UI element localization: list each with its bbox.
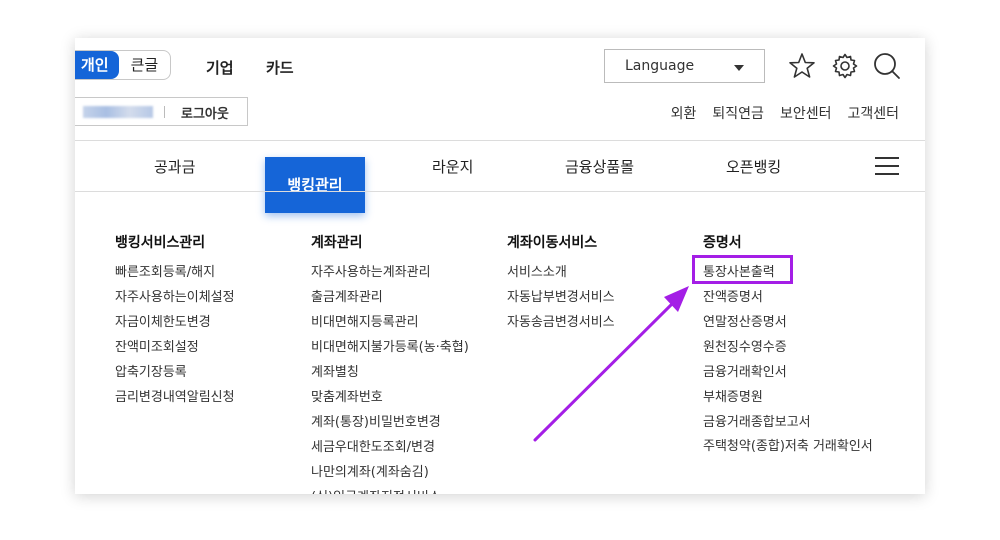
menu-item[interactable]: 압축기장등록 [115,360,235,385]
nav-banking-management[interactable]: 뱅킹관리 [265,157,365,213]
menu-item[interactable]: 자주사용하는계좌관리 [311,260,469,285]
foreign-exchange-link[interactable]: 외환 [671,103,697,123]
nav-utility-bills[interactable]: 공과금 [154,156,195,177]
menu-item[interactable]: (신)입금계좌지정서비스 [311,485,469,494]
search-icon[interactable] [873,52,901,80]
nav-divider [75,191,925,192]
menu-item[interactable]: 자금이체한도변경 [115,310,235,335]
view-mode-toggle[interactable]: 개인 큰글 [75,50,172,80]
corporate-link[interactable]: 기업 [206,57,234,78]
language-select[interactable]: Language [604,49,765,83]
menu-column-banking-service: 뱅킹서비스관리 빠른조회등록/해지 자주사용하는이체설정 자금이체한도변경 잔액… [115,232,235,410]
menu-item[interactable]: 자동송금변경서비스 [507,310,615,335]
menu-item[interactable]: 맞춤계좌번호 [311,385,469,410]
menu-item[interactable]: 계좌(통장)비밀번호변경 [311,410,469,435]
nav-financial-products[interactable]: 금융상품몰 [565,156,634,177]
column-title: 계좌이동서비스 [507,235,598,251]
column-title: 계좌관리 [311,235,363,251]
menu-column-account-management: 계좌관리 자주사용하는계좌관리 출금계좌관리 비대면해지등록관리 비대면해지불가… [311,232,469,494]
menu-item[interactable]: 자동납부변경서비스 [507,285,615,310]
banking-window: 개인 큰글 기업 카드 Language 로그아웃 외환 퇴직연금 보안센터 고… [75,38,925,494]
menu-item[interactable]: 금리변경내역알림신청 [115,385,235,410]
highlight-box [692,255,793,284]
hamburger-menu-icon[interactable] [875,157,899,181]
security-center-link[interactable]: 보안센터 [780,103,832,123]
menu-item[interactable]: 세금우대한도조회/변경 [311,435,469,460]
menu-item[interactable]: 비대면해지등록관리 [311,310,469,335]
menu-item[interactable]: 잔액증명서 [703,285,881,310]
large-font-tab[interactable]: 큰글 [119,51,171,79]
menu-item[interactable]: 빠른조회등록/해지 [115,260,235,285]
logout-button[interactable]: 로그아웃 [181,103,229,122]
column-title: 뱅킹서비스관리 [115,235,206,251]
utility-links: 외환 퇴직연금 보안센터 고객센터 [671,103,899,123]
menu-item[interactable]: 나만의계좌(계좌숨김) [311,460,469,485]
star-icon[interactable] [788,52,816,80]
menu-item[interactable]: 주택청약(종합)저축 거래확인서 [703,435,881,456]
language-label: Language [625,58,695,74]
masked-username [83,106,153,118]
divider [164,106,165,118]
customer-center-link[interactable]: 고객센터 [847,103,899,123]
menu-item[interactable]: 원천징수영수증 [703,335,881,360]
menu-item[interactable]: 부채증명원 [703,385,881,410]
personal-tab[interactable]: 개인 [75,51,119,79]
card-link[interactable]: 카드 [266,57,294,78]
user-session-box: 로그아웃 [75,97,248,126]
header-divider [75,140,925,141]
menu-item[interactable]: 잔액미조회설정 [115,335,235,360]
column-title: 증명서 [703,235,742,251]
menu-item[interactable]: 서비스소개 [507,260,615,285]
caret-down-icon [734,65,744,71]
gear-icon[interactable] [831,52,859,80]
menu-item[interactable]: 계좌별칭 [311,360,469,385]
menu-item[interactable]: 금융거래종합보고서 [703,410,881,435]
menu-item[interactable]: 출금계좌관리 [311,285,469,310]
nav-lounge[interactable]: 라운지 [432,156,473,177]
menu-item[interactable]: 자주사용하는이체설정 [115,285,235,310]
menu-item[interactable]: 비대면해지불가등록(농·축협) [311,335,469,360]
nav-open-banking[interactable]: 오픈뱅킹 [726,156,781,177]
menu-item[interactable]: 금융거래확인서 [703,360,881,385]
retirement-pension-link[interactable]: 퇴직연금 [712,103,764,123]
menu-item[interactable]: 연말정산증명서 [703,310,881,335]
menu-column-account-transfer: 계좌이동서비스 서비스소개 자동납부변경서비스 자동송금변경서비스 [507,232,615,335]
